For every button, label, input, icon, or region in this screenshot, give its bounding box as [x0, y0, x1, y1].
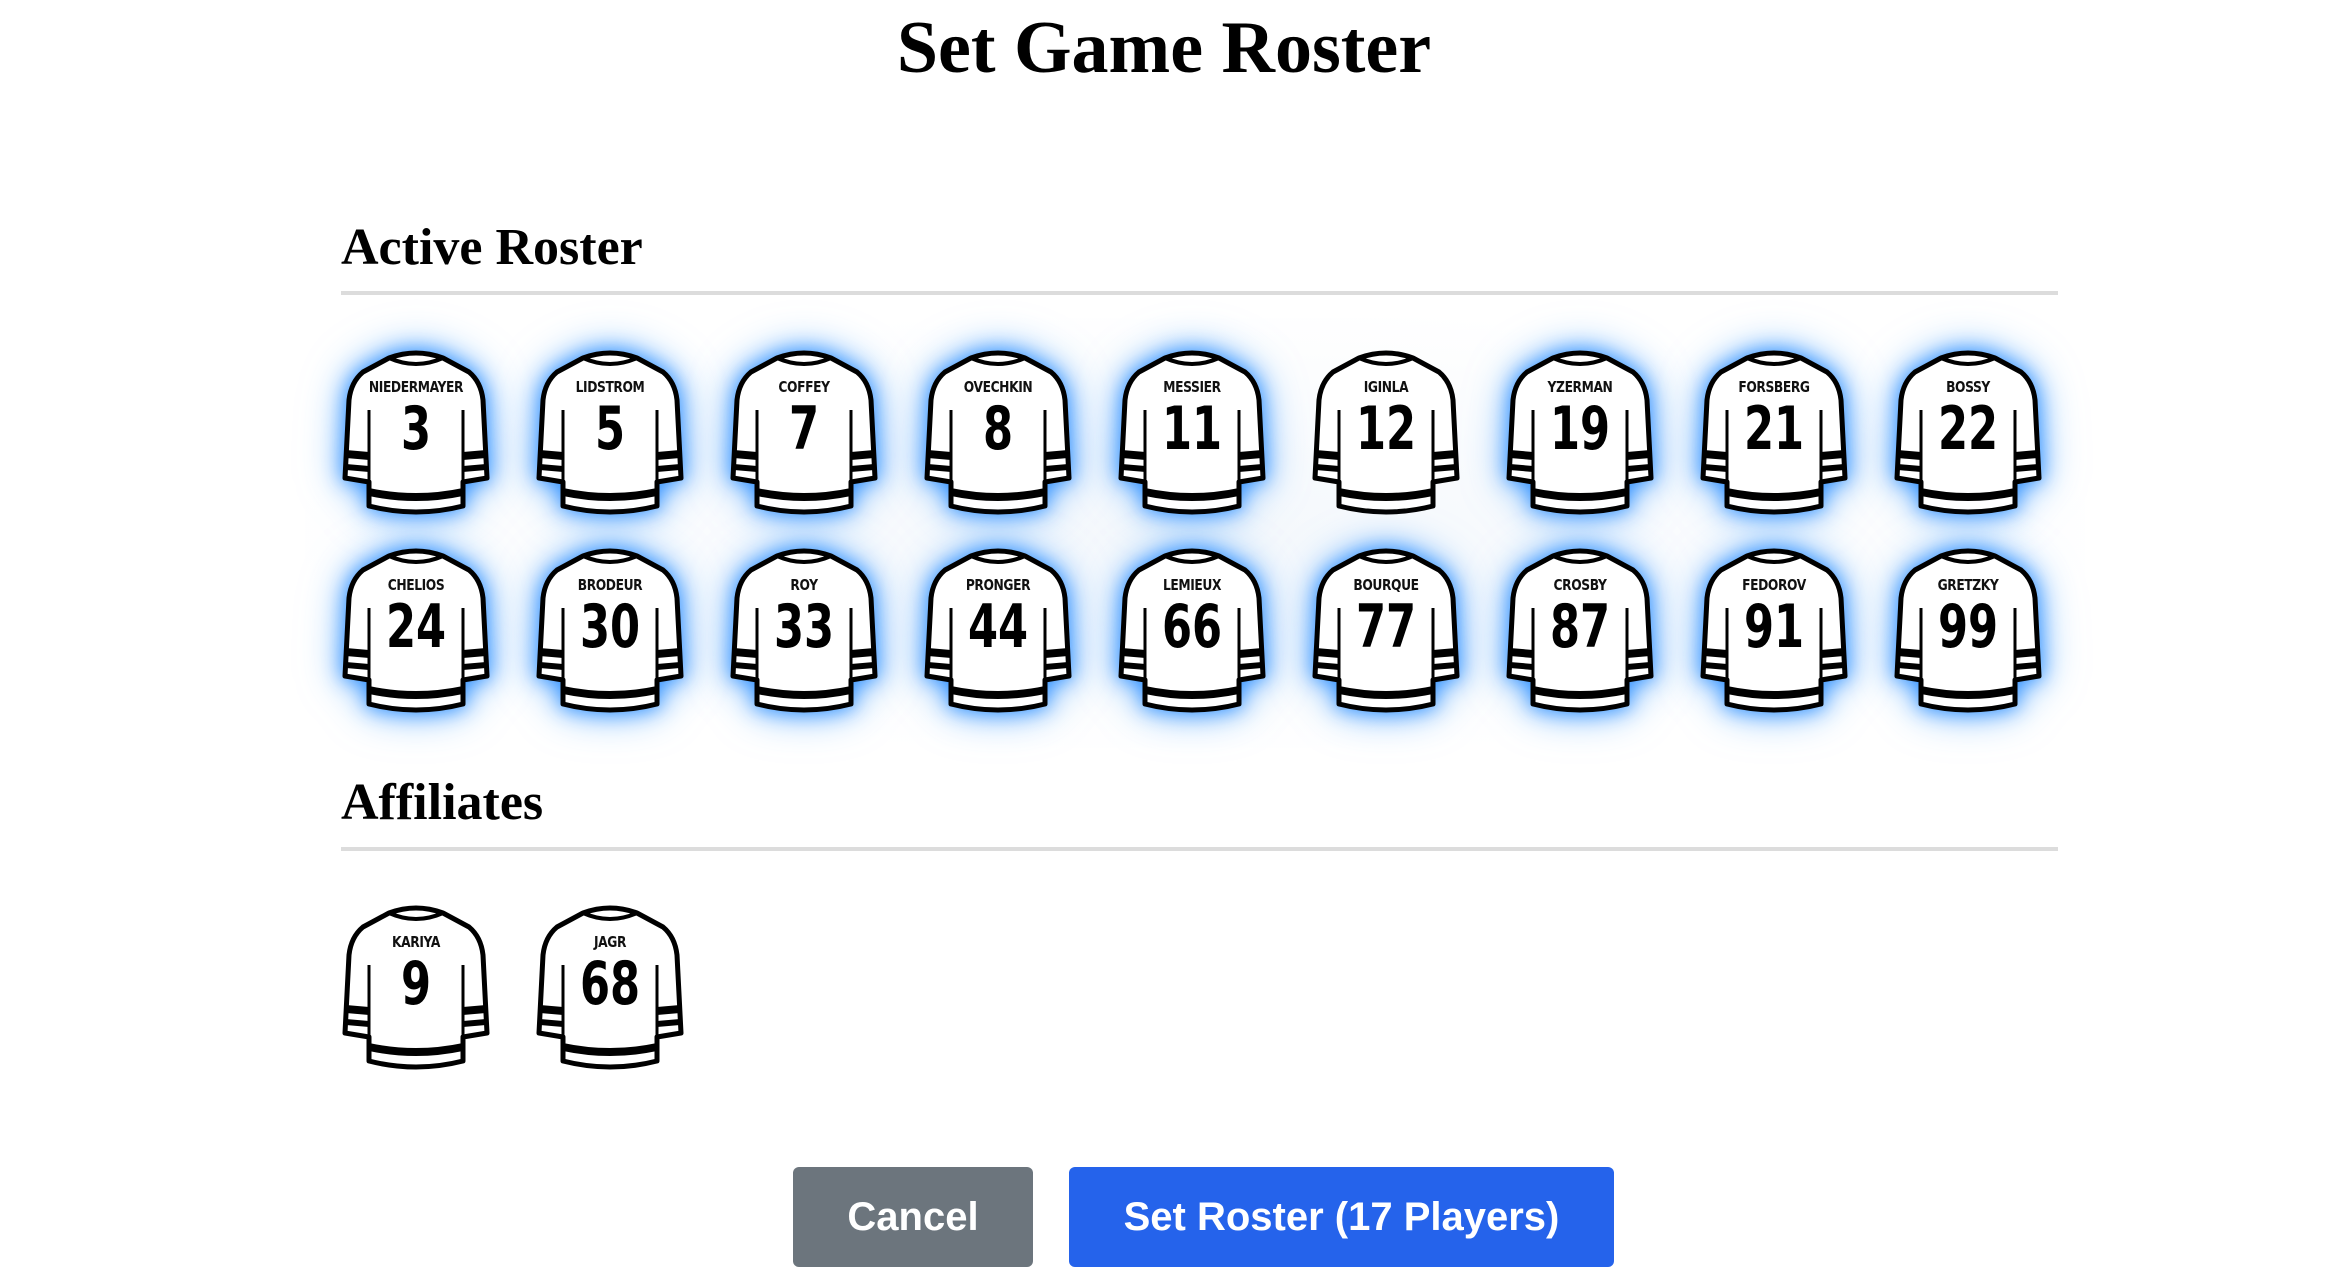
player-number: 44	[967, 592, 1029, 662]
player-number: 22	[1937, 394, 1999, 464]
player-number: 33	[773, 592, 835, 662]
affiliates-divider	[341, 847, 2058, 851]
player-jersey[interactable]: BOSSY 22	[1893, 350, 2043, 515]
player-number: 19	[1549, 394, 1611, 464]
player-number: 91	[1743, 592, 1805, 662]
player-jersey[interactable]: COFFEY 7	[729, 350, 879, 515]
affiliates-heading: Affiliates	[341, 774, 544, 831]
affiliates-grid: KARIYA 9 JAGR 68	[341, 905, 2043, 1070]
player-jersey[interactable]: OVECHKIN 8	[923, 350, 1073, 515]
player-jersey[interactable]: FORSBERG 21	[1699, 350, 1849, 515]
player-jersey[interactable]: GRETZKY 99	[1893, 548, 2043, 713]
player-number: 68	[579, 949, 641, 1019]
player-number: 66	[1161, 592, 1223, 662]
player-number: 8	[982, 394, 1014, 464]
set-roster-button[interactable]: Set Roster (17 Players)	[1069, 1167, 1614, 1267]
player-jersey[interactable]: KARIYA 9	[341, 905, 491, 1070]
player-number: 12	[1355, 394, 1417, 464]
player-jersey[interactable]: CHELIOS 24	[341, 548, 491, 713]
page-title: Set Game Roster	[896, 7, 1432, 89]
player-number: 24	[385, 592, 447, 662]
player-jersey[interactable]: BRODEUR 30	[535, 548, 685, 713]
player-jersey[interactable]: BOURQUE 77	[1311, 548, 1461, 713]
player-jersey[interactable]: PRONGER 44	[923, 548, 1073, 713]
player-jersey[interactable]: LEMIEUX 66	[1117, 548, 1267, 713]
player-number: 21	[1743, 394, 1805, 464]
cancel-button[interactable]: Cancel	[793, 1167, 1033, 1267]
player-jersey[interactable]: JAGR 68	[535, 905, 685, 1070]
player-number: 9	[400, 949, 432, 1019]
active-roster-divider	[341, 291, 2058, 295]
player-jersey[interactable]: NIEDERMAYER 3	[341, 350, 491, 515]
player-jersey[interactable]: ROY 33	[729, 548, 879, 713]
player-jersey[interactable]: MESSIER 11	[1117, 350, 1267, 515]
player-number: 11	[1161, 394, 1223, 464]
active-roster-heading: Active Roster	[341, 219, 643, 276]
player-jersey[interactable]: YZERMAN 19	[1505, 350, 1655, 515]
player-number: 3	[400, 394, 432, 464]
player-jersey[interactable]: CROSBY 87	[1505, 548, 1655, 713]
player-jersey[interactable]: LIDSTROM 5	[535, 350, 685, 515]
player-jersey[interactable]: FEDOROV 91	[1699, 548, 1849, 713]
player-number: 87	[1549, 592, 1611, 662]
active-roster-grid: NIEDERMAYER 3 LIDSTROM 5 COFFEY 7 OVECHKIN 8 MES…	[341, 350, 2043, 713]
player-number: 99	[1937, 592, 1999, 662]
player-number: 5	[594, 394, 626, 464]
player-number: 30	[579, 592, 641, 662]
player-jersey[interactable]: IGINLA 12	[1311, 350, 1461, 515]
player-number: 7	[788, 394, 820, 464]
player-number: 77	[1355, 592, 1417, 662]
